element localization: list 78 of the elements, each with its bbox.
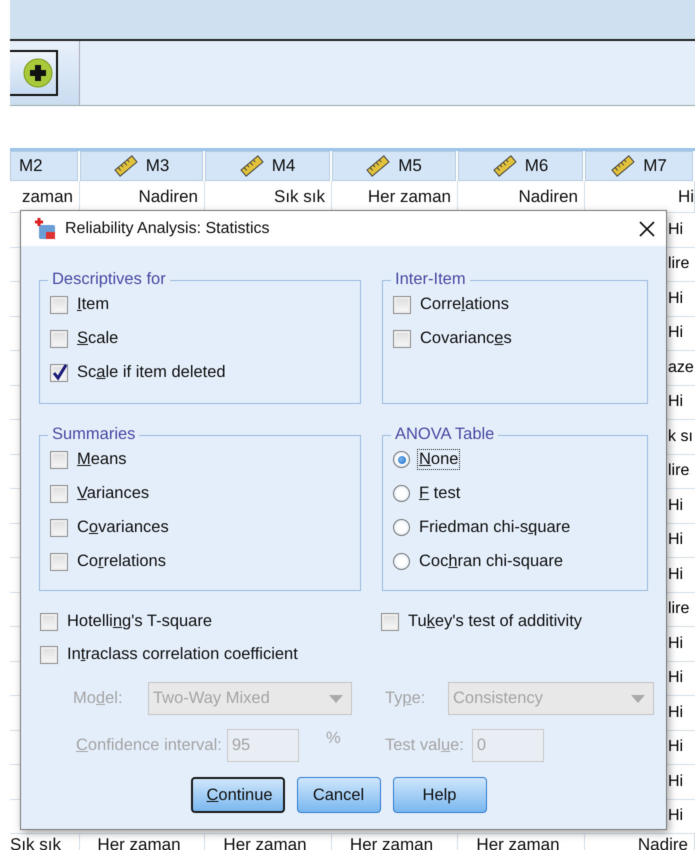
table-cell-text: Hi [667,668,684,688]
table-cell: Her zaman [332,834,458,850]
column-header[interactable]: M6 [458,151,583,181]
column-header[interactable]: M2 [10,151,78,181]
table-cell-text: Hi [667,496,684,516]
radio-button[interactable] [393,451,410,468]
radio-label[interactable]: Cochran chi-square [418,552,564,571]
checkbox[interactable] [393,296,411,314]
table-cell-text: Hi [667,323,684,344]
checkbox-label[interactable]: Covariances [419,329,513,348]
checkbox[interactable] [50,296,68,314]
field-label: Type: [385,689,426,708]
checkbox[interactable] [50,518,68,536]
table-cell: Her zaman [458,834,585,850]
radio-button[interactable] [393,519,410,536]
checkbox[interactable] [50,484,68,502]
checkbox-label[interactable]: Scale if item deleted [76,363,227,382]
plus-icon [23,58,53,88]
table-cell: Her zaman [80,834,205,850]
checkbox-label[interactable]: Correlations [76,552,167,571]
column-header[interactable]: M5 [332,151,456,181]
table-cell: Sık sık [10,834,80,850]
table-cell-text: Hi [667,564,684,585]
group-title: Descriptives for [48,270,170,289]
checkbox-label[interactable]: Scale [76,329,120,348]
column-header[interactable]: M3 [80,151,203,181]
radio-label[interactable]: F test [418,484,462,503]
table-cell-text: Hi [667,806,684,826]
caret-icon [631,694,645,702]
checkbox-label[interactable]: Tukey's test of additivity [407,612,584,631]
table-cell: Her zaman [205,834,332,850]
table-cell: Nadire [585,834,695,850]
checkbox[interactable] [50,450,68,468]
checkbox-label[interactable]: Means [76,450,128,469]
checkbox[interactable] [40,646,58,664]
field-label: Model: [73,689,124,708]
table-cell-text: Hi [667,288,684,309]
radio-label[interactable]: None [418,450,460,469]
dialog-button[interactable]: Help [392,777,486,813]
checkbox-label[interactable]: Hotelling's T-square [66,612,214,631]
checkbox[interactable] [50,552,68,570]
table-cell-text: Hi [667,702,684,723]
radio-label[interactable]: Friedman chi-square [418,518,572,537]
checkbox[interactable] [50,330,68,348]
checkbox[interactable] [50,364,68,382]
field-label: Test value: [385,736,464,755]
checkbox[interactable] [393,330,411,348]
table-cell-text: Hi [667,772,684,792]
radio-button[interactable] [393,553,410,570]
checkbox-label[interactable]: Item [76,295,110,314]
table-cell-text: Hi [667,530,684,550]
table-cell-text: aze [667,358,695,378]
checkbox-label[interactable]: Correlations [419,295,510,314]
column-header[interactable]: M7 [585,151,693,181]
checkbox-label[interactable]: Intraclass correlation coefficient [66,645,299,664]
caret-icon [329,694,343,702]
table-cell-text: Hi [667,392,684,412]
table-cell-text: lire [667,254,690,274]
app-icon [33,216,57,240]
radio-button[interactable] [393,485,410,502]
table-cell-text: lire [667,599,690,620]
table-cell-text: Hi [667,737,684,758]
dialog-button[interactable]: Cancel [296,777,380,813]
dialog-button[interactable]: Continue [190,777,284,813]
checkbox-label[interactable]: Variances [76,484,150,503]
field-label: Confidence interval: [76,736,222,755]
unit-label: % [326,729,342,748]
checkbox-label[interactable]: Covariances [76,518,170,537]
close-icon[interactable] [638,220,656,238]
column-header[interactable]: M4 [205,151,330,181]
table-cell-text: k sı [667,426,694,447]
table-cell-text: lire [667,461,690,482]
checkbox[interactable] [40,612,58,630]
table-cell-text: Hi [667,634,684,654]
dialog-title: Reliability Analysis: Statistics [65,220,271,238]
add-button[interactable] [10,50,58,96]
checkbox[interactable] [381,612,399,630]
table-cell-text: Hi [667,220,684,240]
